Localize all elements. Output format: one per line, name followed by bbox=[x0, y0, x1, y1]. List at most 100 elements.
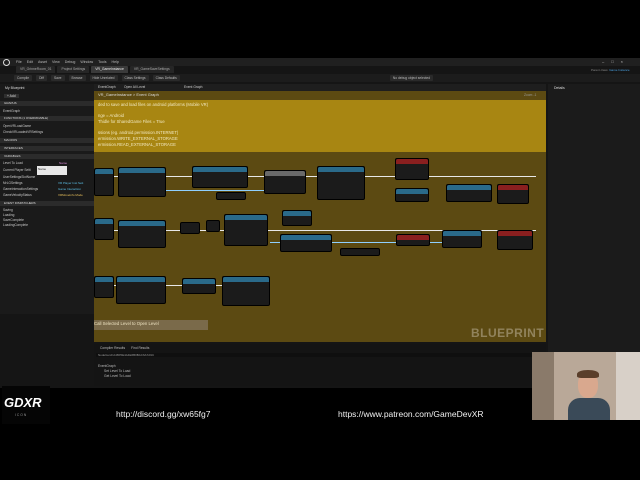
patreon-link[interactable]: https://www.patreon.com/GameDevXR bbox=[338, 409, 484, 419]
tab-level[interactable]: VR_GrinneRoom_01 bbox=[16, 66, 56, 73]
webcam-feed bbox=[532, 352, 640, 420]
tab-find-results[interactable]: Find Results bbox=[131, 346, 149, 350]
comment-line: ssions (eg. android.permission.INTERNET) bbox=[98, 130, 179, 135]
webcam-door bbox=[616, 352, 640, 420]
node-header bbox=[396, 189, 428, 194]
blueprint-node[interactable] bbox=[395, 188, 429, 202]
blueprint-watermark: BLUEPRINT bbox=[471, 326, 545, 340]
blueprint-node[interactable] bbox=[94, 276, 114, 298]
blueprint-node[interactable] bbox=[94, 218, 114, 240]
node-header bbox=[95, 277, 113, 282]
comment-line: ermission.READ_EXTERNAL_STORAGE bbox=[98, 142, 176, 147]
node-header bbox=[318, 167, 364, 172]
blueprint-node[interactable] bbox=[446, 184, 492, 202]
variable-mrlg-settings[interactable]: MrLGSettings bbox=[3, 181, 23, 185]
graph-tab-event-graph[interactable]: Event Graph bbox=[184, 85, 203, 89]
result-item[interactable]: EventGraph bbox=[98, 364, 116, 368]
variable-tooltip: Name bbox=[37, 166, 67, 175]
blueprint-node[interactable] bbox=[222, 276, 270, 306]
blueprint-node[interactable] bbox=[497, 184, 529, 204]
class-settings-button[interactable]: Class Settings bbox=[121, 75, 149, 81]
blueprint-node[interactable] bbox=[224, 214, 268, 246]
blueprint-node[interactable] bbox=[280, 234, 332, 252]
section-variables[interactable]: VARIABLES bbox=[0, 154, 94, 159]
browse-button[interactable]: Browse bbox=[68, 75, 86, 81]
maximize-icon[interactable]: □ bbox=[611, 59, 613, 64]
node-header bbox=[223, 277, 269, 282]
node-header bbox=[119, 221, 165, 226]
variable-game-velocity-status[interactable]: GameVelocityStatus bbox=[3, 193, 32, 197]
section-graphs[interactable]: GRAPHS bbox=[0, 101, 94, 106]
section-macros[interactable]: MACROS bbox=[0, 138, 94, 143]
result-item[interactable]: Set Level To Load bbox=[104, 369, 130, 373]
blueprint-node[interactable] bbox=[180, 222, 200, 234]
variable-level-to-load[interactable]: Level To Load bbox=[3, 161, 23, 165]
blueprint-node[interactable] bbox=[94, 168, 114, 196]
node-header bbox=[193, 167, 247, 172]
blueprint-node[interactable] bbox=[192, 166, 248, 188]
function-item-open-load-game[interactable]: OpenVRLoadGame bbox=[3, 124, 31, 128]
dispatcher-loading[interactable]: Loading bbox=[3, 213, 14, 217]
variable-game-interaction-settings[interactable]: GameInteractionSettings bbox=[3, 187, 38, 191]
blueprint-node[interactable] bbox=[264, 170, 306, 194]
hide-unrelated-button[interactable]: Hide Unrelated bbox=[89, 75, 118, 81]
diff-button[interactable]: Diff bbox=[36, 75, 47, 81]
blueprint-node[interactable] bbox=[282, 210, 312, 226]
blueprint-node[interactable] bbox=[442, 230, 482, 248]
comment-line: Thidle for SharedGame Files = True bbox=[98, 119, 165, 124]
blueprint-node[interactable] bbox=[340, 248, 380, 256]
blueprint-node[interactable] bbox=[216, 192, 246, 200]
section-functions[interactable]: FUNCTIONS (1 OVERRIDABLE) bbox=[0, 116, 94, 121]
node-header bbox=[397, 235, 429, 240]
blueprint-node[interactable] bbox=[317, 166, 365, 200]
graph-tab-eventgraph[interactable]: EventGraph bbox=[98, 85, 116, 89]
dispatcher-save-complete[interactable]: SaveComplete bbox=[3, 218, 24, 222]
tab-compiler-results[interactable]: Compiler Results bbox=[100, 346, 125, 350]
section-interfaces[interactable]: INTERFACES bbox=[0, 146, 94, 151]
blueprint-node[interactable] bbox=[116, 276, 166, 304]
node-header bbox=[183, 279, 215, 284]
save-button[interactable]: Save bbox=[50, 75, 65, 81]
node-header bbox=[95, 219, 113, 224]
close-icon[interactable]: × bbox=[621, 59, 623, 64]
node-header bbox=[443, 231, 481, 236]
section-event-dispatchers[interactable]: EVENT DISPATCHERS bbox=[0, 201, 94, 206]
unreal-logo-icon[interactable] bbox=[3, 59, 10, 66]
find-search-input[interactable]: NodeGuid=A48F5E4A4E6B0BAC6A7A9C bbox=[96, 353, 536, 357]
details-title: Details bbox=[554, 86, 565, 90]
parent-class-value[interactable]: Game Instance bbox=[609, 68, 629, 72]
dispatcher-loading-complete[interactable]: LoadingComplete bbox=[3, 223, 28, 227]
function-item-check-settings[interactable]: CheckVRLoadedVRSettings bbox=[3, 130, 43, 134]
tab-game-save-settings[interactable]: VR_GameSaveSettings bbox=[129, 66, 174, 73]
variable-type-player-settings: VR Player Inst Sett bbox=[58, 181, 84, 185]
variable-current-player-settings[interactable]: Current Player Setti bbox=[3, 168, 31, 172]
add-button[interactable]: + Add bbox=[4, 94, 19, 98]
blueprint-node[interactable] bbox=[396, 234, 430, 246]
graph-tab-open-all-level[interactable]: Open All Level bbox=[124, 85, 145, 89]
node-header bbox=[225, 215, 267, 220]
blueprint-node[interactable] bbox=[497, 230, 533, 250]
comment-line: nge = Android bbox=[98, 113, 124, 118]
blueprint-node[interactable] bbox=[206, 220, 220, 232]
discord-link[interactable]: http://discord.gg/xw65fg7 bbox=[116, 409, 211, 419]
compile-button[interactable]: Compile bbox=[14, 75, 33, 81]
webcam-person-body bbox=[568, 398, 610, 420]
blueprint-node[interactable] bbox=[182, 278, 216, 294]
class-defaults-button[interactable]: Class Defaults bbox=[152, 75, 180, 81]
graph-tabs: EventGraph Open All Level Event Graph bbox=[94, 84, 546, 91]
blueprint-node[interactable] bbox=[118, 220, 166, 248]
result-item[interactable]: Get Level To Load bbox=[104, 374, 131, 378]
tab-game-instance[interactable]: VR_GameInstance bbox=[91, 66, 128, 73]
debug-filter-dropdown[interactable]: No debug object selected bbox=[389, 75, 434, 81]
minimize-icon[interactable]: – bbox=[602, 59, 604, 64]
dispatcher-saving[interactable]: Saving bbox=[3, 208, 13, 212]
zoom-level: Zoom -1 bbox=[524, 93, 537, 97]
comment-line: ermission.WRITE_EXTERNAL_STORAGE bbox=[98, 136, 178, 141]
blueprint-node[interactable] bbox=[118, 167, 166, 197]
variable-user-settings-slot-name[interactable]: UserSettingsSlotName bbox=[3, 175, 35, 179]
variable-type-game-interaction: Game Interaction bbox=[58, 187, 82, 191]
graph-item-eventgraph[interactable]: EventGraph bbox=[3, 109, 20, 113]
blueprint-node[interactable] bbox=[395, 158, 429, 180]
tab-project-settings[interactable]: Project Settings bbox=[57, 66, 90, 73]
parent-class-label: Parent class: bbox=[591, 68, 609, 72]
